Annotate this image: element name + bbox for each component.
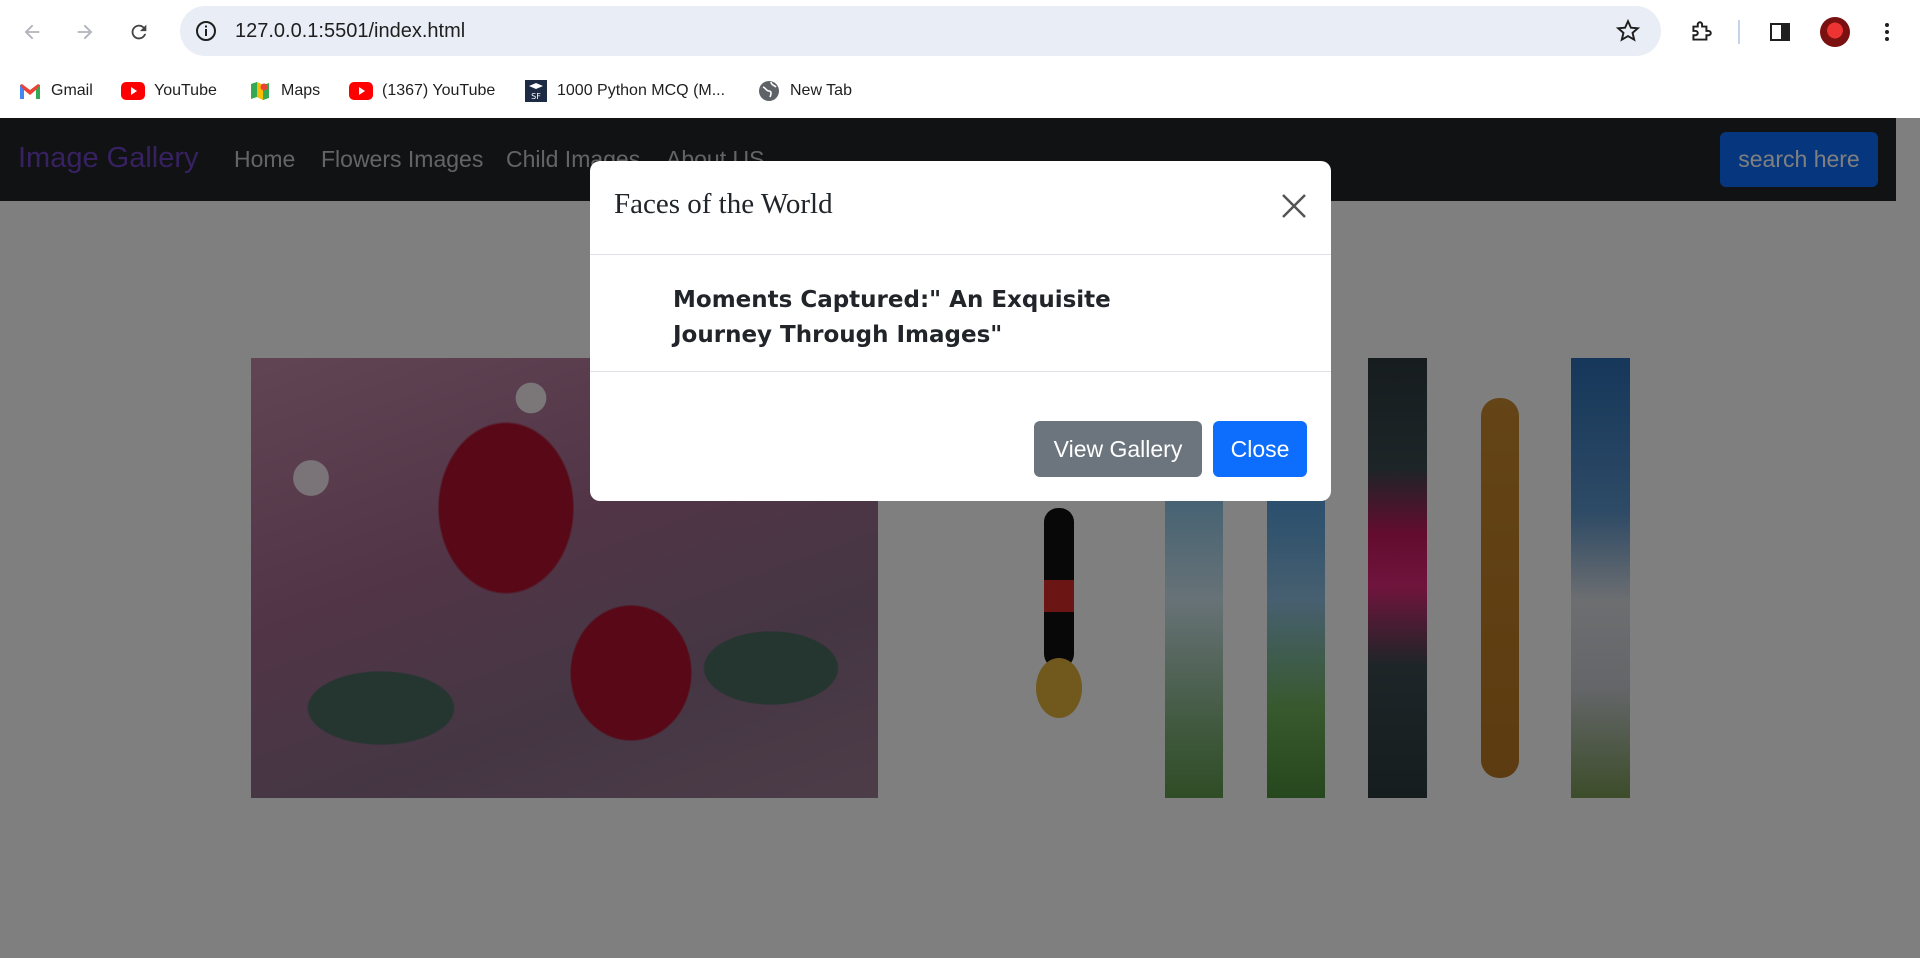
modal-header: Faces of the World	[590, 161, 1331, 255]
side-panel-button[interactable]	[1765, 17, 1795, 47]
bookmark-label: Gmail	[51, 82, 93, 99]
bookmark-label: 1000 Python MCQ (M...	[557, 82, 726, 99]
toolbar-divider	[1738, 20, 1740, 44]
side-panel-icon	[1770, 23, 1790, 41]
maps-icon	[248, 81, 272, 101]
modal-dialog: Faces of the World Moments Captured:" An…	[590, 161, 1331, 501]
bookmarks-bar: Gmail YouTube Maps (1367) YouTube SF 100…	[0, 64, 1920, 118]
browser-toolbar: 127.0.0.1:5501/index.html	[0, 0, 1920, 64]
bookmark-maps[interactable]: Maps	[248, 76, 320, 106]
menu-button[interactable]	[1872, 17, 1902, 47]
bookmark-gmail[interactable]: Gmail	[18, 76, 93, 106]
bookmark-label: (1367) YouTube	[382, 82, 496, 99]
svg-text:SF: SF	[531, 92, 541, 101]
site-info-icon[interactable]	[194, 19, 218, 43]
view-gallery-button[interactable]: View Gallery	[1034, 421, 1202, 477]
modal-body: Moments Captured:" An Exquisite Journey …	[590, 255, 1331, 372]
bookmark-new-tab[interactable]: New Tab	[757, 76, 852, 106]
globe-icon	[757, 81, 781, 101]
modal-title: Faces of the World	[614, 188, 833, 220]
bookmark-label: Maps	[281, 82, 321, 99]
forward-arrow-icon	[77, 24, 93, 40]
extensions-button[interactable]	[1686, 17, 1716, 47]
close-icon[interactable]	[1277, 189, 1311, 223]
url-text[interactable]: 127.0.0.1:5501/index.html	[235, 20, 465, 43]
reload-icon	[131, 24, 147, 40]
bookmark-label: YouTube	[154, 82, 217, 99]
profile-avatar[interactable]	[1820, 17, 1850, 47]
bookmark-python-mcq[interactable]: SF 1000 Python MCQ (M...	[524, 76, 725, 106]
youtube-icon	[349, 81, 373, 101]
bookmark-star-icon[interactable]	[1615, 18, 1641, 44]
youtube-icon	[121, 81, 145, 101]
bookmark-youtube[interactable]: YouTube	[121, 76, 217, 106]
bookmark-youtube-1367[interactable]: (1367) YouTube	[349, 76, 495, 106]
back-arrow-icon	[24, 24, 40, 40]
gmail-icon	[18, 81, 42, 101]
reload-button[interactable]	[121, 14, 157, 50]
puzzle-icon	[1692, 21, 1712, 41]
back-button[interactable]	[14, 14, 50, 50]
address-bar[interactable]: 127.0.0.1:5501/index.html	[180, 6, 1661, 56]
web-page: Image Gallery Home Flowers Images Child …	[0, 118, 1920, 958]
sf-icon: SF	[524, 80, 548, 102]
modal-body-text: Moments Captured:" An Exquisite Journey …	[673, 287, 1111, 348]
more-vert-icon	[1885, 23, 1889, 41]
bookmark-label: New Tab	[790, 82, 852, 99]
forward-button[interactable]	[67, 14, 103, 50]
close-button[interactable]: Close	[1213, 421, 1307, 477]
